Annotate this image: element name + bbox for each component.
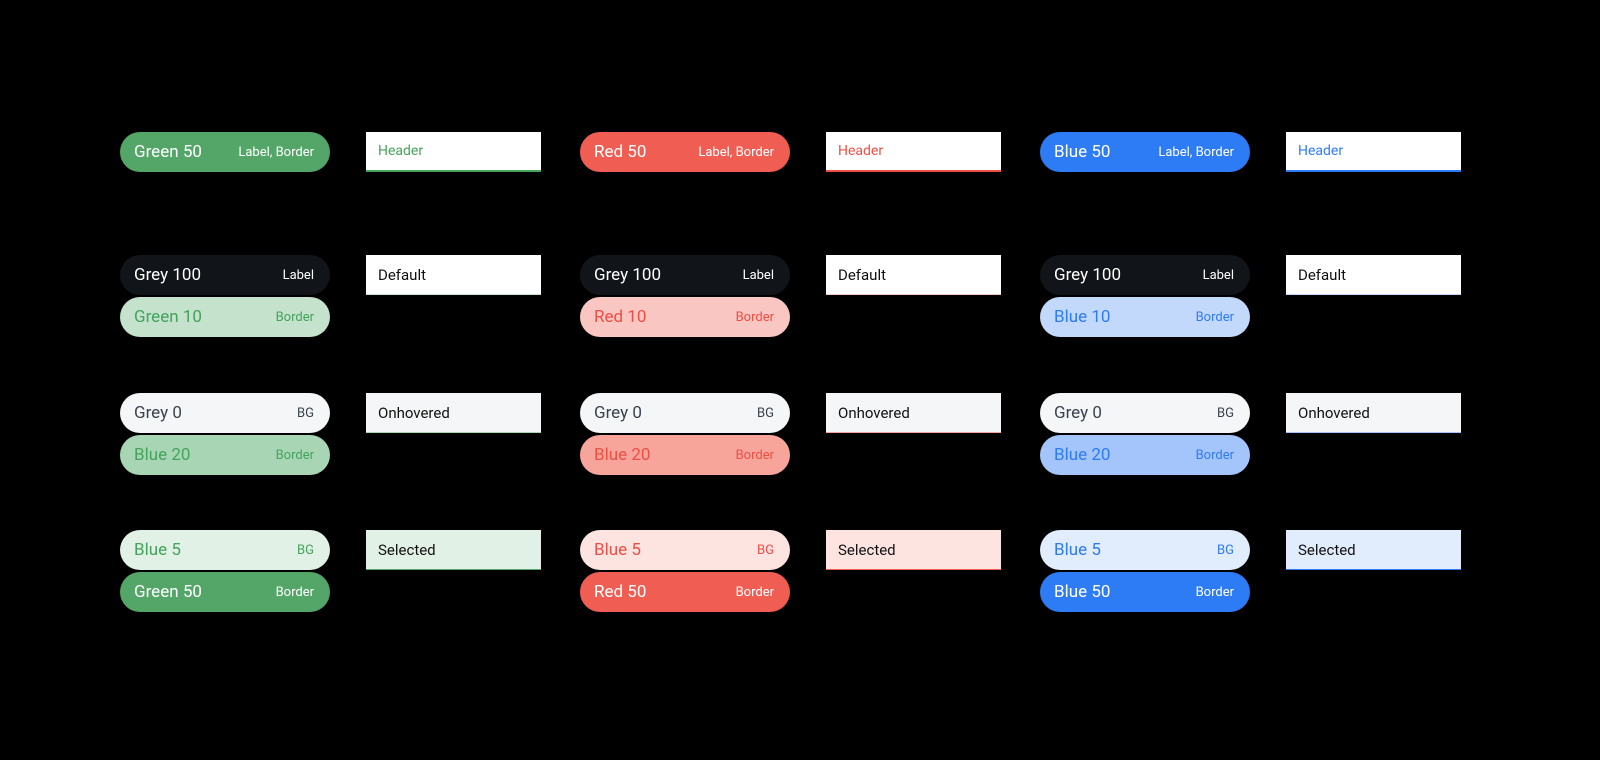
pill-green-50: Green 50 Border: [120, 572, 330, 612]
token-stack: Grey 100 Label Green 10 Border: [120, 255, 330, 337]
swatch-label: Selected: [838, 541, 896, 559]
pill-name: Blue 50: [1054, 142, 1110, 162]
swatch-label: Selected: [378, 541, 436, 559]
pill-grey-100: Grey 100 Label: [1040, 255, 1250, 295]
pill-green-10: Green 10 Border: [120, 297, 330, 337]
pill-name: Blue 50: [1054, 582, 1110, 602]
pill-usage: Label, Border: [1158, 145, 1234, 160]
token-stack: Grey 0 BG Blue 20 Border: [120, 393, 330, 475]
swatch-header: Header: [366, 132, 541, 172]
pill-usage: Border: [276, 310, 314, 325]
pill-green-50: Green 50 Label, Border: [120, 132, 330, 172]
swatch-default: Default: [366, 255, 541, 295]
pill-usage: Border: [736, 310, 774, 325]
pill-usage: Border: [736, 585, 774, 600]
swatch-label: Onhovered: [838, 404, 910, 422]
pill-usage: Border: [276, 585, 314, 600]
token-stack: Blue 5 BG Green 50 Border: [120, 530, 330, 612]
pill-red-50: Red 50 Label, Border: [580, 132, 790, 172]
pill-usage: BG: [1217, 406, 1234, 421]
pill-usage: Border: [1196, 585, 1234, 600]
pill-grey-0: Grey 0 BG: [1040, 393, 1250, 433]
pill-blue-20: Blue 20 Border: [1040, 435, 1250, 475]
swatch-default: Default: [826, 255, 1001, 295]
token-stack: Blue 50 Label, Border: [1040, 132, 1250, 172]
pill-grey-100: Grey 100 Label: [580, 255, 790, 295]
swatch-label: Selected: [1298, 541, 1356, 559]
swatch-label: Default: [378, 266, 426, 284]
swatch-selected: Selected: [826, 530, 1001, 570]
token-stack: Blue 5 BG Blue 50 Border: [1040, 530, 1250, 612]
swatch-label: Default: [1298, 266, 1346, 284]
pill-green-5: Blue 5 BG: [120, 530, 330, 570]
pill-usage: BG: [297, 406, 314, 421]
pill-usage: Label, Border: [698, 145, 774, 160]
pill-usage: Label: [1203, 268, 1234, 283]
pill-name: Grey 0: [134, 403, 182, 423]
pill-name: Blue 20: [1054, 445, 1110, 465]
pill-name: Red 10: [594, 307, 646, 327]
swatch-header: Header: [1286, 132, 1461, 172]
pill-name: Grey 100: [1054, 265, 1121, 285]
pill-green-20: Blue 20 Border: [120, 435, 330, 475]
pill-usage: Border: [1196, 448, 1234, 463]
swatch-label: Default: [838, 266, 886, 284]
pill-name: Grey 0: [1054, 403, 1102, 423]
pill-name: Blue 20: [134, 445, 190, 465]
pill-blue-5: Blue 5 BG: [1040, 530, 1250, 570]
pill-name: Blue 5: [594, 540, 641, 560]
pill-grey-100: Grey 100 Label: [120, 255, 330, 295]
token-stack: Grey 0 BG Blue 20 Border: [1040, 393, 1250, 475]
pill-red-50: Red 50 Border: [580, 572, 790, 612]
swatch-label: Header: [378, 143, 423, 159]
pill-name: Grey 0: [594, 403, 642, 423]
swatch-hover: Onhovered: [826, 393, 1001, 433]
pill-name: Red 50: [594, 142, 646, 162]
pill-name: Blue 10: [1054, 307, 1110, 327]
pill-usage: Border: [1196, 310, 1234, 325]
pill-name: Blue 20: [594, 445, 650, 465]
token-stack: Grey 0 BG Blue 20 Border: [580, 393, 790, 475]
swatch-header: Header: [826, 132, 1001, 172]
pill-name: Red 50: [594, 582, 646, 602]
pill-usage: Label: [743, 268, 774, 283]
pill-red-10: Red 10 Border: [580, 297, 790, 337]
pill-name: Blue 5: [1054, 540, 1101, 560]
swatch-label: Onhovered: [378, 404, 450, 422]
swatch-label: Header: [838, 143, 883, 159]
pill-blue-10: Blue 10 Border: [1040, 297, 1250, 337]
pill-usage: Label, Border: [238, 145, 314, 160]
pill-usage: Border: [276, 448, 314, 463]
swatch-hover: Onhovered: [366, 393, 541, 433]
pill-red-20: Blue 20 Border: [580, 435, 790, 475]
pill-usage: Border: [736, 448, 774, 463]
pill-usage: Label: [283, 268, 314, 283]
swatch-default: Default: [1286, 255, 1461, 295]
swatch-label: Header: [1298, 143, 1343, 159]
pill-name: Green 50: [134, 582, 202, 602]
token-stack: Green 50 Label, Border: [120, 132, 330, 172]
swatch-hover: Onhovered: [1286, 393, 1461, 433]
pill-blue-50: Blue 50 Label, Border: [1040, 132, 1250, 172]
pill-name: Grey 100: [134, 265, 201, 285]
pill-blue-50: Blue 50 Border: [1040, 572, 1250, 612]
pill-red-5: Blue 5 BG: [580, 530, 790, 570]
pill-usage: BG: [757, 406, 774, 421]
pill-usage: BG: [757, 543, 774, 558]
token-stack: Grey 100 Label Blue 10 Border: [1040, 255, 1250, 337]
pill-grey-0: Grey 0 BG: [120, 393, 330, 433]
swatch-selected: Selected: [1286, 530, 1461, 570]
pill-usage: BG: [1217, 543, 1234, 558]
pill-grey-0: Grey 0 BG: [580, 393, 790, 433]
swatch-selected: Selected: [366, 530, 541, 570]
pill-name: Grey 100: [594, 265, 661, 285]
token-stack: Red 50 Label, Border: [580, 132, 790, 172]
pill-name: Green 50: [134, 142, 202, 162]
pill-name: Blue 5: [134, 540, 181, 560]
token-stack: Grey 100 Label Red 10 Border: [580, 255, 790, 337]
pill-usage: BG: [297, 543, 314, 558]
pill-name: Green 10: [134, 307, 202, 327]
swatch-label: Onhovered: [1298, 404, 1370, 422]
token-stack: Blue 5 BG Red 50 Border: [580, 530, 790, 612]
